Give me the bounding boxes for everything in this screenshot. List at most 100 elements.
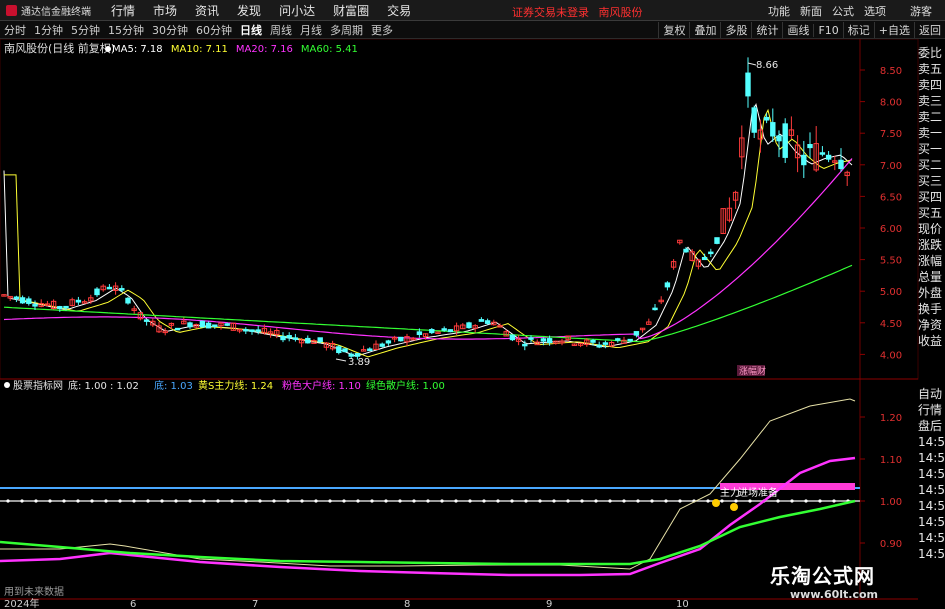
period-weekly[interactable]: 周线 (266, 22, 296, 38)
menu-wealth[interactable]: 财富圈 (324, 2, 378, 19)
quote-label-ask3[interactable]: 卖三 (918, 93, 945, 109)
pink-large-holder-line (0, 456, 856, 577)
candle-body (348, 353, 354, 357)
candle-body (336, 346, 342, 354)
app-logo-icon (6, 4, 17, 16)
period-monthly[interactable]: 月线 (296, 22, 326, 38)
quote-label-ask1[interactable]: 卖一 (918, 125, 945, 141)
formula-button[interactable]: 公式 (827, 3, 859, 19)
candle-body (528, 337, 534, 340)
indicator-signal-dot (730, 503, 738, 511)
quote-label-bid4[interactable]: 买四 (918, 189, 945, 205)
quote-label-bid5[interactable]: 买五 (918, 205, 945, 221)
menu-discover[interactable]: 发现 (228, 2, 270, 19)
candle-body (596, 344, 602, 348)
candle-body (212, 324, 218, 327)
indicator-lines (0, 398, 860, 577)
indicator-base-dot (678, 499, 682, 503)
menu-trade[interactable]: 交易 (378, 2, 420, 19)
sub-label-after-hours[interactable]: 盘后 (918, 418, 945, 434)
quote-label-price[interactable]: 现价 (918, 221, 945, 237)
overlay-button[interactable]: 叠加 (689, 22, 720, 38)
candle-body (187, 322, 193, 328)
mark-button[interactable]: 标记 (842, 22, 874, 38)
quote-label-change-pct[interactable]: 涨幅 (918, 253, 945, 269)
candle-body (63, 305, 69, 309)
candle-body (652, 307, 658, 311)
period-multi[interactable]: 多周期 (326, 22, 367, 38)
indicator-signal-dot (712, 499, 720, 507)
login-status[interactable]: 证券交易未登录 (512, 6, 589, 19)
indicator-base-dot (188, 499, 192, 503)
quote-label-change[interactable]: 涨跌 (918, 237, 945, 253)
quote-label-turnover[interactable]: 换手 (918, 301, 945, 317)
multi-stock-button[interactable]: 多股 (720, 22, 751, 38)
quote-label-bid2[interactable]: 买二 (918, 157, 945, 173)
chart-area[interactable]: 南风股份(日线 前复权) MA5: 7.18 MA10: 7.11 MA20: 7.… (0, 39, 945, 609)
indicator-base-dot (48, 499, 52, 503)
indicator-base-dot (216, 499, 220, 503)
restore-rights-button[interactable]: 复权 (658, 22, 689, 38)
menu-ask[interactable]: 问小达 (270, 2, 324, 19)
period-60min[interactable]: 60分钟 (192, 22, 236, 38)
sub-sidebar: 自动 行情 盘后 14:50 14:50 14:50 14:50 14:50 1… (918, 386, 945, 562)
indicator-base-dot (272, 499, 276, 503)
indicator-base-dot (328, 499, 332, 503)
add-watchlist-button[interactable]: +自选 (873, 22, 914, 38)
period-30min[interactable]: 30分钟 (148, 22, 192, 38)
indicator-base-dot (496, 499, 500, 503)
indicator-tick-label: 1.10 (880, 455, 902, 466)
stock-name: 南风股份 (598, 6, 643, 19)
period-15min[interactable]: 15分钟 (104, 22, 148, 38)
quote-label-bid3[interactable]: 买三 (918, 173, 945, 189)
indicator-base-dot (790, 499, 794, 503)
options-button[interactable]: 选项 (859, 3, 891, 19)
statistics-button[interactable]: 统计 (751, 22, 782, 38)
period-5min[interactable]: 5分钟 (67, 22, 104, 38)
candle-body (305, 337, 311, 344)
candle-body (317, 337, 323, 343)
quote-label-volume[interactable]: 总量 (918, 269, 945, 285)
back-button[interactable]: 返回 (914, 22, 945, 38)
sub-label-quotes[interactable]: 行情 (918, 402, 945, 418)
quote-label-ratio[interactable]: 委比 (918, 45, 945, 61)
quote-label-ask2[interactable]: 卖二 (918, 109, 945, 125)
period-daily[interactable]: 日线 (236, 22, 266, 38)
indicator-base-dot (174, 499, 178, 503)
indicator-base-dot (538, 499, 542, 503)
draw-line-button[interactable]: 画线 (782, 22, 813, 38)
candle-body (342, 348, 348, 353)
candle-body (770, 122, 776, 137)
quote-label-bid1[interactable]: 买一 (918, 141, 945, 157)
period-more[interactable]: 更多 (367, 22, 397, 38)
quote-label-net-assets[interactable]: 净资 (918, 317, 945, 333)
new-page-button[interactable]: 新面 (795, 3, 827, 19)
candle-body (801, 154, 807, 166)
indicator-base-dot (314, 499, 318, 503)
sub-label-auto[interactable]: 自动 (918, 386, 945, 402)
quote-label-ask4[interactable]: 卖四 (918, 77, 945, 93)
menu-quotes[interactable]: 行情 (102, 2, 144, 19)
quote-label-ask5[interactable]: 卖五 (918, 61, 945, 77)
function-button[interactable]: 功能 (763, 3, 795, 19)
indicator-base-dot (510, 499, 514, 503)
f10-button[interactable]: F10 (813, 23, 842, 37)
menu-news[interactable]: 资讯 (186, 2, 228, 19)
sub-label-time: 14:50 (918, 515, 945, 529)
menu-market[interactable]: 市场 (144, 2, 186, 19)
period-1min[interactable]: 1分钟 (30, 22, 67, 38)
price-tick-label: 4.50 (880, 319, 902, 330)
indicator-base-dot (524, 499, 528, 503)
candle-body (633, 331, 640, 336)
quote-label-outer[interactable]: 外盘 (918, 285, 945, 301)
indicator-item: 黄S主力线: 1.24 (198, 379, 273, 392)
indicator-tick-label: 1.20 (880, 413, 902, 424)
guest-user[interactable]: 游客 (905, 3, 937, 19)
period-timeshare[interactable]: 分时 (0, 22, 30, 38)
future-data-warning: 用到未来数据 (4, 587, 64, 598)
ma-legend-item: MA20: 7.16 (236, 44, 293, 55)
candle-body (106, 286, 113, 290)
quote-label-earnings[interactable]: 收益 (918, 333, 945, 349)
candle-body (701, 256, 708, 261)
candle-body (26, 298, 32, 304)
